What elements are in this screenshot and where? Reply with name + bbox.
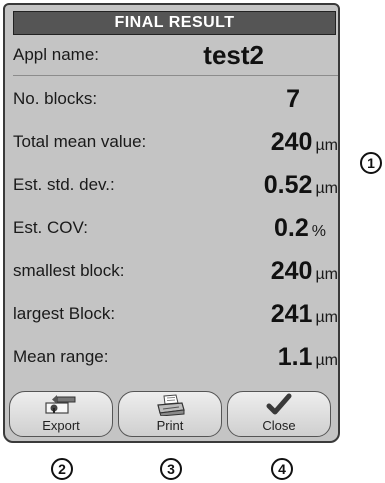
row-label: Mean range:: [13, 347, 109, 366]
row-std-dev: Est. std. dev.: 0.52 µm: [13, 167, 338, 203]
row-value: 7: [286, 84, 300, 113]
divider: [13, 75, 338, 76]
export-icon: [41, 394, 81, 416]
row-largest-block: largest Block: 241 µm: [13, 296, 338, 332]
row-mean-range: Mean range: 1.1 µm: [13, 339, 338, 375]
checkmark-icon: [259, 393, 299, 416]
row-label: No. blocks:: [13, 89, 98, 108]
result-panel: FINAL RESULT Appl name: test2 No. blocks…: [3, 3, 340, 443]
row-cov: Est. COV: 0.2 %: [13, 210, 338, 246]
row-unit: µm: [315, 351, 338, 369]
row-value: 0.2: [274, 213, 309, 242]
row-label: smallest block:: [13, 261, 125, 280]
callout-1: 1: [360, 152, 382, 174]
row-value: 240: [270, 127, 313, 156]
row-smallest-block: smallest block: 240 µm: [13, 253, 338, 289]
row-label: Est. COV:: [13, 218, 88, 237]
callout-3: 3: [160, 458, 182, 480]
row-value: 0.52: [263, 170, 313, 199]
print-button-label: Print: [156, 418, 184, 433]
row-label: Total mean value:: [13, 132, 147, 151]
row-label: largest Block:: [13, 304, 116, 323]
row-value: 1.1: [277, 342, 313, 371]
row-unit: µm: [315, 136, 338, 154]
export-button-label: Export: [42, 418, 80, 433]
row-label: Est. std. dev.:: [13, 175, 115, 194]
appl-name-value: test2: [203, 39, 264, 70]
callout-2: 2: [51, 458, 73, 480]
row-unit: %: [311, 222, 326, 240]
row-total-mean: Total mean value: 240 µm: [13, 124, 338, 160]
close-button-label: Close: [262, 418, 296, 433]
row-value: 240: [270, 256, 313, 285]
row-unit: µm: [315, 179, 338, 197]
row-unit: µm: [315, 308, 338, 326]
callout-4: 4: [271, 458, 293, 480]
print-button[interactable]: Print: [118, 391, 222, 437]
row-value: 241: [270, 299, 313, 328]
close-button[interactable]: Close: [227, 391, 331, 437]
row-no-blocks: No. blocks: 7: [13, 81, 338, 117]
printer-icon: [150, 394, 190, 416]
panel-title: FINAL RESULT: [13, 11, 336, 35]
row-unit: µm: [315, 265, 338, 283]
appl-name-label: Appl name:: [13, 45, 99, 64]
row-appl-name: Appl name: test2: [13, 37, 338, 73]
export-button[interactable]: Export: [9, 391, 113, 437]
